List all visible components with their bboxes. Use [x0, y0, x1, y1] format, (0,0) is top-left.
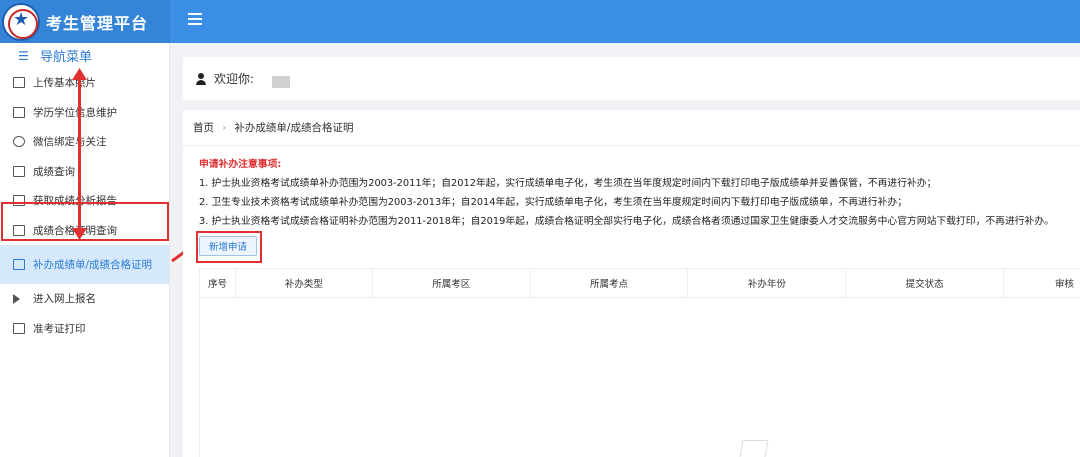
school-emblem-logo — [2, 2, 40, 41]
wechat-icon — [13, 136, 25, 148]
nav-menu-heading: ☰ 导航菜单 — [18, 48, 93, 66]
add-application-button[interactable]: 新增申请 — [199, 236, 257, 256]
column-header[interactable]: 所属考点 — [531, 269, 689, 297]
notice-line: 1. 护士执业资格考试成绩单补办范围为2003-2011年；自2012年起，实行… — [199, 178, 937, 189]
breadcrumb-home[interactable]: 首页 — [193, 120, 214, 135]
hamburger-menu-icon[interactable] — [188, 13, 202, 29]
welcome-bar: 欢迎你: — [183, 57, 1080, 100]
app-title: 考生管理平台 — [46, 13, 149, 33]
user-icon — [196, 72, 206, 85]
sidebar-item-label: 成绩查询 — [33, 165, 75, 178]
breadcrumb: 首页 › 补办成绩单/成绩合格证明 — [183, 110, 1080, 146]
sidebar-item-label: 补办成绩单/成绩合格证明 — [33, 259, 153, 271]
column-header[interactable]: 补办年份 — [688, 269, 847, 297]
notice-line: 3. 护士执业资格考试成绩合格证明补办范围为2011-2018年；自2019年起… — [199, 216, 1054, 227]
chevron-right-icon: › — [222, 121, 227, 134]
sidebar-item-admission-ticket[interactable]: 准考证打印 — [0, 314, 169, 344]
sidebar-item-label: 上传基本照片 — [33, 77, 96, 90]
sidebar-item-label: 微信绑定与关注 — [33, 136, 107, 149]
sidebar-item-reissue[interactable]: 补办成绩单/成绩合格证明 — [0, 245, 169, 284]
send-icon — [13, 293, 25, 304]
list-icon: ☰ — [18, 48, 29, 63]
notice-line: 2. 卫生专业技术资格考试成绩单补办范围为2003-2013年；自2014年起，… — [199, 197, 907, 208]
notice-title: 申请补办注意事项: — [199, 159, 282, 170]
column-header[interactable]: 序号 — [200, 269, 236, 297]
table-header-row: 序号 补办类型 所属考区 所属考点 补办年份 提交状态 审核 — [199, 268, 1080, 298]
column-header[interactable]: 所属考区 — [373, 269, 531, 297]
column-header[interactable]: 补办类型 — [236, 269, 373, 297]
table-body — [199, 298, 1080, 457]
document-icon — [13, 259, 25, 270]
annotation-highlight-box — [1, 202, 169, 241]
user-name-redacted — [272, 75, 291, 88]
column-header[interactable]: 审核 — [1004, 269, 1080, 297]
sidebar-item-label: 进入网上报名 — [33, 293, 96, 306]
sidebar-item-label: 准考证打印 — [33, 322, 86, 335]
column-header[interactable]: 提交状态 — [846, 269, 1005, 297]
sidebar-item-education-info[interactable]: 学历学位信息维护 — [0, 98, 169, 128]
sidebar-item-online-registration[interactable]: 进入网上报名 — [0, 284, 169, 314]
sidebar-item-upload-photo[interactable]: 上传基本照片 — [0, 68, 169, 98]
document-icon — [13, 165, 25, 177]
sidebar: ☰ 导航菜单 上传基本照片 学历学位信息维护 微信绑定与关注 成绩查询 获取成绩… — [0, 43, 170, 457]
empty-state-icon — [739, 440, 769, 457]
top-header: 考生管理平台 — [0, 0, 1080, 43]
brand: 考生管理平台 — [0, 0, 170, 43]
main-panel: 首页 › 补办成绩单/成绩合格证明 申请补办注意事项: 1. 护士执业资格考试成… — [183, 110, 1080, 457]
sidebar-item-label: 学历学位信息维护 — [33, 106, 117, 119]
notice-block: 申请补办注意事项: 1. 护士执业资格考试成绩单补办范围为2003-2011年；… — [183, 146, 1080, 231]
book-icon — [13, 106, 25, 118]
sidebar-item-score-query[interactable]: 成绩查询 — [0, 157, 169, 187]
annotation-arrow-vertical — [78, 76, 81, 236]
application-table: 序号 补办类型 所属考区 所属考点 补办年份 提交状态 审核 — [199, 268, 1080, 457]
breadcrumb-current: 补办成绩单/成绩合格证明 — [234, 122, 354, 134]
card-icon — [13, 322, 25, 334]
image-icon — [13, 77, 25, 89]
sidebar-item-wechat-binding[interactable]: 微信绑定与关注 — [0, 127, 169, 157]
welcome-text: 欢迎你: — [214, 72, 255, 86]
